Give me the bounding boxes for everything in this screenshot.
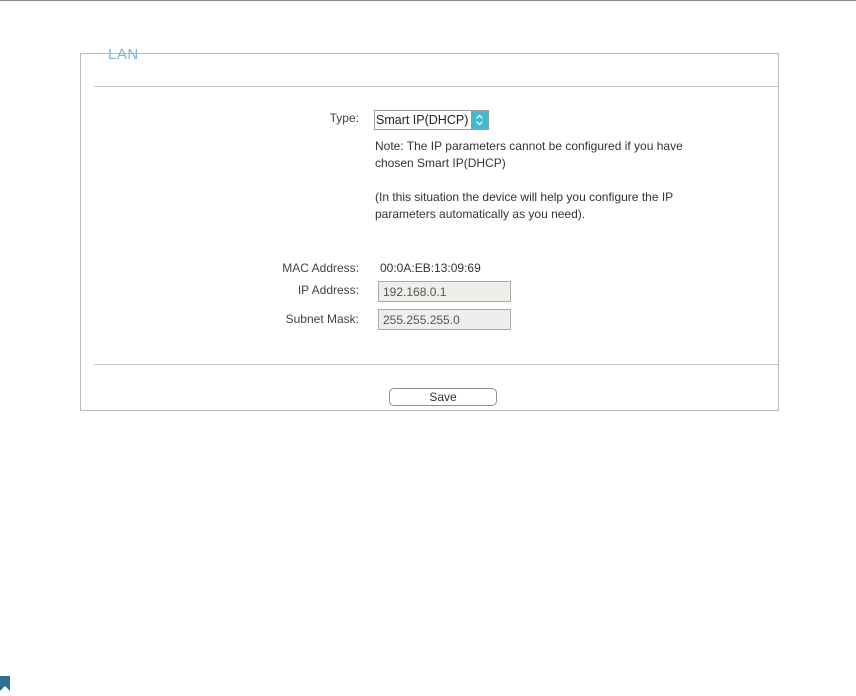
- note-line-3: (In this situation the device will help …: [375, 190, 674, 204]
- save-button[interactable]: Save: [389, 388, 497, 406]
- section-title: LAN: [108, 46, 139, 63]
- divider-bottom: [94, 364, 778, 365]
- subnet-mask-label: Subnet Mask:: [285, 312, 359, 326]
- ip-address-field[interactable]: 192.168.0.1: [378, 281, 511, 302]
- subnet-mask-field[interactable]: 255.255.255.0: [378, 309, 511, 330]
- type-select-value: Smart IP(DHCP): [376, 113, 469, 127]
- note-line-2: chosen Smart IP(DHCP): [375, 156, 506, 170]
- type-select[interactable]: Smart IP(DHCP): [374, 110, 489, 130]
- top-rule: [0, 0, 856, 1]
- lan-settings-panel: LAN Type: Smart IP(DHCP) Note: The IP pa…: [80, 46, 779, 411]
- divider-top: [94, 86, 778, 87]
- chevron-updown-icon[interactable]: [471, 111, 488, 129]
- ip-address-label: IP Address:: [297, 283, 359, 297]
- mac-address-value: 00:0A:EB:13:09:69: [380, 261, 481, 275]
- note-auto: (In this situation the device will help …: [375, 189, 725, 223]
- bookmark-icon: [0, 676, 10, 691]
- note-line-4: parameters automatically as you need).: [375, 207, 586, 221]
- note-dhcp: Note: The IP parameters cannot be config…: [375, 138, 725, 172]
- type-label: Type:: [329, 111, 359, 125]
- note-line-1: Note: The IP parameters cannot be config…: [375, 139, 683, 153]
- mac-address-label: MAC Address:: [282, 261, 359, 275]
